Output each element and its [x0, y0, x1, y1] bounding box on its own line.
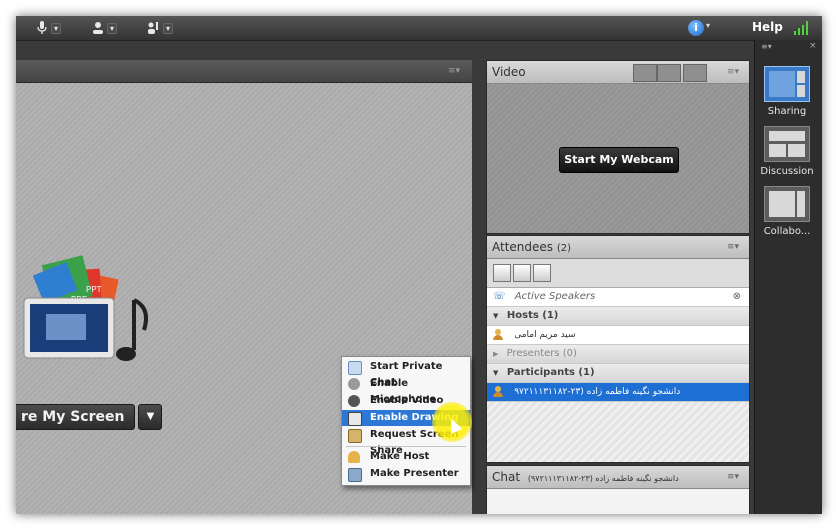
chevron-down-icon[interactable]: ▾	[107, 22, 118, 34]
presenters-group-header[interactable]: ▶ Presenters (0)	[487, 345, 749, 364]
host-user-icon	[493, 328, 503, 340]
share-my-screen-label[interactable]: re My Screen	[16, 404, 136, 430]
chevron-down-icon[interactable]: ▾	[163, 22, 174, 34]
collapse-triangle-icon[interactable]: ▶	[493, 350, 498, 358]
chat-pod: Chat (۹۷۲۱۱۱۳۱۱۸۲-۲۳) دانشجو نگینه فاطمه…	[486, 465, 750, 514]
screen-share-illustration: PPT PDF	[23, 255, 148, 361]
layout-sharing[interactable]: Sharing	[759, 66, 815, 117]
drawing-icon	[348, 412, 362, 426]
participants-label: Participants (1)	[506, 367, 595, 378]
presenter-icon	[348, 468, 362, 482]
discussion-layout-icon	[764, 126, 810, 162]
hosts-label: Hosts (1)	[506, 310, 559, 321]
attendees-pod: Attendees (2) ≡▾ ☏ Active Speakers ⊗ ▼ H…	[486, 235, 750, 463]
list-view-icon[interactable]	[493, 264, 511, 282]
help-menu[interactable]: Help	[752, 20, 783, 34]
expand-triangle-icon[interactable]: ▼	[493, 369, 498, 377]
webcam-icon	[348, 395, 360, 407]
rail-options-icon[interactable]: ≡▾	[761, 42, 772, 51]
host-row[interactable]: سید مریم امامی	[487, 326, 749, 345]
chat-subtitle: (۹۷۲۱۱۱۳۱۱۸۲-۲۳) دانشجو نگینه فاطمه زاده	[527, 474, 679, 483]
collaboration-layout-icon	[764, 186, 810, 222]
attendees-count: (2)	[556, 243, 572, 254]
hosts-group-header[interactable]: ▼ Hosts (1)	[487, 307, 749, 326]
microphone-icon	[37, 21, 47, 34]
grid-layout-icon[interactable]	[633, 64, 657, 82]
host-icon	[348, 451, 360, 463]
breakout-view-icon[interactable]	[533, 264, 551, 282]
chevron-down-icon[interactable]: ▼	[138, 404, 163, 430]
attendees-pod-header: Attendees (2) ≡▾	[487, 236, 749, 259]
close-icon[interactable]: ⊗	[733, 288, 741, 306]
microphone-button[interactable]: ▾	[36, 19, 62, 37]
status-view-icon[interactable]	[513, 264, 531, 282]
speaker-icon: ☏	[493, 291, 506, 302]
connection-signal-icon	[794, 21, 810, 35]
music-note-icon	[116, 298, 148, 361]
participant-row[interactable]: ۹۷۲۱۱۱۳۱۱۸۲-۲۳) دانشجو نگینه فاطمه زاده	[487, 383, 749, 402]
screen-share-icon	[348, 429, 362, 443]
menu-item-start-private-chat[interactable]: Start Private Chat	[342, 359, 470, 388]
active-speakers-row: ☏ Active Speakers ⊗	[487, 288, 749, 307]
monitor-icon	[23, 297, 115, 359]
chat-pod-header: Chat (۹۷۲۱۱۱۳۱۱۸۲-۲۳) دانشجو نگینه فاطمه…	[487, 466, 749, 489]
layout-discussion-label: Discussion	[760, 166, 814, 177]
sharing-layout-icon	[764, 66, 810, 102]
layout-discussion[interactable]: Discussion	[759, 126, 815, 177]
ppt-badge: PPT	[86, 285, 102, 294]
close-icon[interactable]: ×	[809, 41, 817, 51]
host-name: سید مریم امامی	[514, 330, 576, 340]
menu-item-enable-microphone[interactable]: Enable Microphone	[342, 376, 470, 405]
chat-title: Chat	[492, 470, 521, 484]
menu-separator	[346, 446, 466, 447]
attendees-empty-area	[487, 402, 749, 462]
layout-sharing-label: Sharing	[767, 106, 807, 117]
chevron-down-icon[interactable]: ▾	[706, 21, 710, 30]
presenters-label: Presenters (0)	[506, 348, 577, 359]
share-my-screen-button[interactable]: re My Screen ▼	[16, 404, 163, 430]
participant-name: ۹۷۲۱۱۱۳۱۱۸۲-۲۳) دانشجو نگینه فاطمه زاده	[514, 387, 681, 397]
raise-hand-button[interactable]: ▾	[146, 19, 174, 37]
filmstrip-layout-icon[interactable]	[657, 64, 681, 82]
video-pod: Video ≡▾ Start My Webcam	[486, 60, 750, 234]
chat-icon	[348, 361, 362, 375]
pod-options-icon[interactable]: ≡▾	[727, 67, 739, 77]
menu-item-make-host[interactable]: Make Host	[342, 449, 470, 465]
raise-hand-icon	[148, 22, 158, 34]
share-pod-header: ≡▾	[16, 60, 472, 83]
pod-options-icon[interactable]: ≡▾	[727, 242, 739, 252]
participants-group-header[interactable]: ▼ Participants (1)	[487, 364, 749, 383]
chevron-down-icon[interactable]: ▾	[51, 22, 62, 34]
active-speakers-label: Active Speakers	[514, 291, 596, 302]
video-pod-title: Video	[492, 65, 526, 79]
video-pod-header: Video ≡▾	[487, 61, 749, 84]
top-toolbar: ▾ ▾ ▾ i ▾ Help	[16, 16, 822, 41]
microphone-icon	[348, 378, 360, 390]
video-area: Start My Webcam	[487, 84, 749, 233]
user-status-icon	[93, 22, 103, 34]
layout-rail: ≡▾ × Sharing Discussion Collabo...	[754, 40, 822, 514]
user-status-button[interactable]: ▾	[92, 19, 118, 37]
layout-collaboration[interactable]: Collabo...	[759, 186, 815, 237]
info-icon[interactable]: i	[688, 20, 704, 36]
participant-user-icon	[493, 385, 503, 397]
pod-options-icon[interactable]: ≡▾	[448, 66, 460, 76]
menu-item-make-presenter[interactable]: Make Presenter	[342, 466, 470, 482]
fullscreen-icon[interactable]	[683, 64, 707, 82]
pod-options-icon[interactable]: ≡▾	[727, 472, 739, 482]
attendees-title: Attendees	[492, 240, 554, 254]
expand-triangle-icon[interactable]: ▼	[493, 312, 498, 320]
attendees-toolbar	[487, 259, 749, 288]
start-webcam-button[interactable]: Start My Webcam	[559, 147, 679, 173]
layout-collaboration-label: Collabo...	[763, 226, 811, 237]
